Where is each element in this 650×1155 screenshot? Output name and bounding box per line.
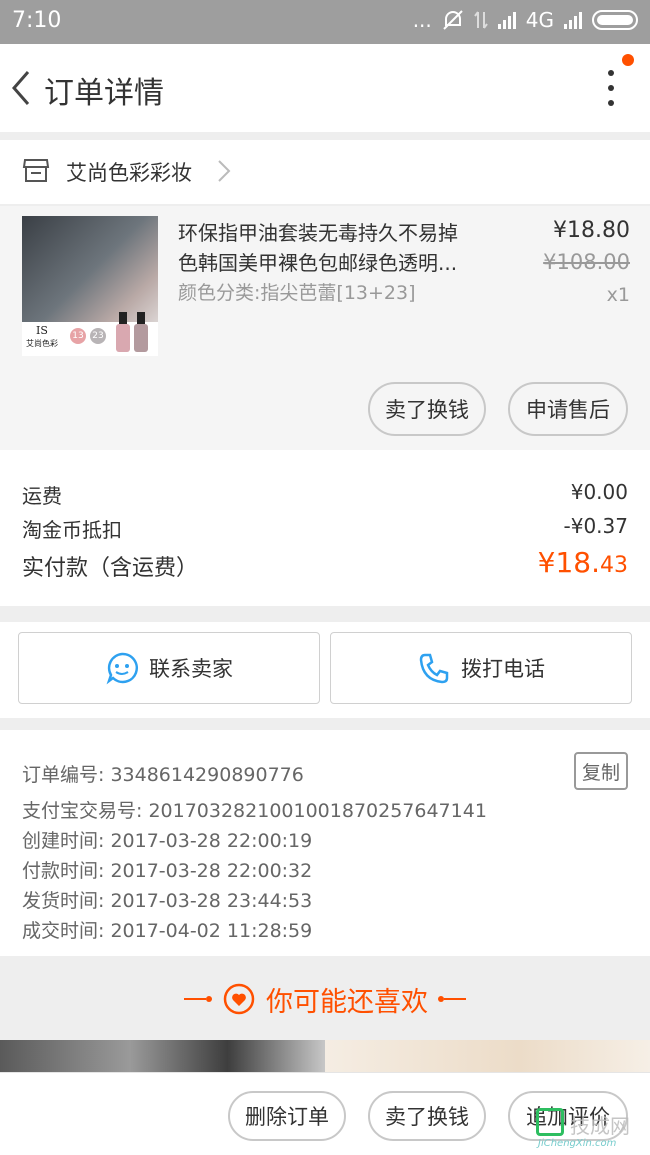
shipping-value: ¥0.00 [570,480,628,504]
chevron-right-icon [218,160,231,182]
paid-label: 实付款（含运费） [22,556,199,581]
signal-icon [497,11,516,29]
created-time: 创建时间: 2017-03-28 22:00:19 [22,830,313,852]
notification-dot [622,54,634,66]
back-arrow-icon[interactable] [6,66,36,110]
product-price: ¥18.80 [553,218,630,243]
contact-seller-button[interactable]: 联系卖家 [18,632,320,704]
status-bar: 7:10 ... 4G [0,0,650,44]
order-item[interactable]: IS 艾尚色彩 13 23 环保指甲油套装无毒持久不易掉 色韩国美甲裸色包邮绿色透… [0,206,650,450]
status-icons: ... 4G [413,8,638,32]
watermark: 技成网 JiChengXin.com [536,1108,650,1152]
watermark-url: JiChengXin.com [538,1138,617,1149]
shade-badge-2: 23 [90,328,106,344]
completed-time: 成交时间: 2017-04-02 11:28:59 [22,920,313,942]
page-title: 订单详情 [44,76,164,111]
store-icon [22,159,50,182]
more-menu-icon[interactable] [606,70,616,106]
product-quantity: x1 [606,284,630,306]
product-thumbnail[interactable]: IS 艾尚色彩 13 23 [22,216,158,356]
call-phone-label: 拨打电话 [461,658,545,681]
sell-button[interactable]: 卖了换钱 [368,382,486,436]
coin-value: -¥0.37 [563,514,628,538]
chat-smiley-icon [106,652,138,685]
shipping-label: 运费 [22,484,62,508]
mute-icon [443,10,463,30]
recommend-title: 你可能还喜欢 [266,986,428,1018]
product-original-price: ¥108.00 [543,250,630,274]
product-title[interactable]: 环保指甲油套装无毒持久不易掉 色韩国美甲裸色包邮绿色透明... [178,218,498,278]
alipay-trade-number: 支付宝交易号: 2017032821001001870257647141 [22,800,487,822]
product-title-line2: 色韩国美甲裸色包邮绿色透明... [178,251,458,275]
coin-deduction-row: 淘金币抵扣 -¥0.37 [22,514,628,543]
shop-row[interactable]: 艾尚色彩彩妆 [0,140,650,204]
contact-bar: 联系卖家 拨打电话 [0,622,650,718]
nav-bar: 订单详情 [0,44,650,132]
paid-value: ¥18.43 [537,546,628,579]
coin-label: 淘金币抵扣 [22,518,122,542]
data-transfer-icon [473,11,488,29]
phone-icon [419,653,449,684]
right-ornament [438,996,466,1002]
bottle-2 [134,312,148,352]
recommend-header: 你可能还喜欢 [0,958,650,1040]
product-sku: 颜色分类:指尖芭蕾[13+23] [178,282,416,304]
bottle-1 [116,312,130,352]
delete-order-button[interactable]: 删除订单 [228,1091,346,1141]
shade-badge-1: 13 [70,328,86,344]
signal-icon-2 [564,11,582,29]
network-type: 4G [525,8,554,32]
watermark-text: 技成网 [570,1114,630,1138]
left-ornament [184,996,212,1002]
thumbnail-brand-logo: IS 艾尚色彩 [26,324,58,349]
call-phone-button[interactable]: 拨打电话 [330,632,632,704]
fee-summary: 运费 ¥0.00 淘金币抵扣 -¥0.37 实付款（含运费） ¥18.43 [0,450,650,606]
shipping-row: 运费 ¥0.00 [22,480,628,509]
sell-button-bottom[interactable]: 卖了换钱 [368,1091,486,1141]
paid-time: 付款时间: 2017-03-28 22:00:32 [22,860,313,882]
order-info: 订单编号: 3348614290890776 复制 支付宝交易号: 201703… [0,730,650,956]
order-number: 订单编号: 3348614290890776 [22,764,304,786]
status-time: 7:10 [12,8,62,33]
after-sale-button[interactable]: 申请售后 [508,382,628,436]
product-title-line1: 环保指甲油套装无毒持久不易掉 [178,221,458,245]
more-dots-indicator: ... [412,8,432,32]
shipped-time: 发货时间: 2017-03-28 23:44:53 [22,890,313,912]
copy-order-number-button[interactable]: 复制 [574,752,628,790]
paid-amount-row: 实付款（含运费） ¥18.43 [22,546,628,582]
heart-circle-icon [223,983,255,1015]
shop-name: 艾尚色彩彩妆 [66,161,192,185]
watermark-logo-icon [536,1108,564,1136]
contact-seller-label: 联系卖家 [149,658,233,681]
battery-icon [592,10,638,30]
